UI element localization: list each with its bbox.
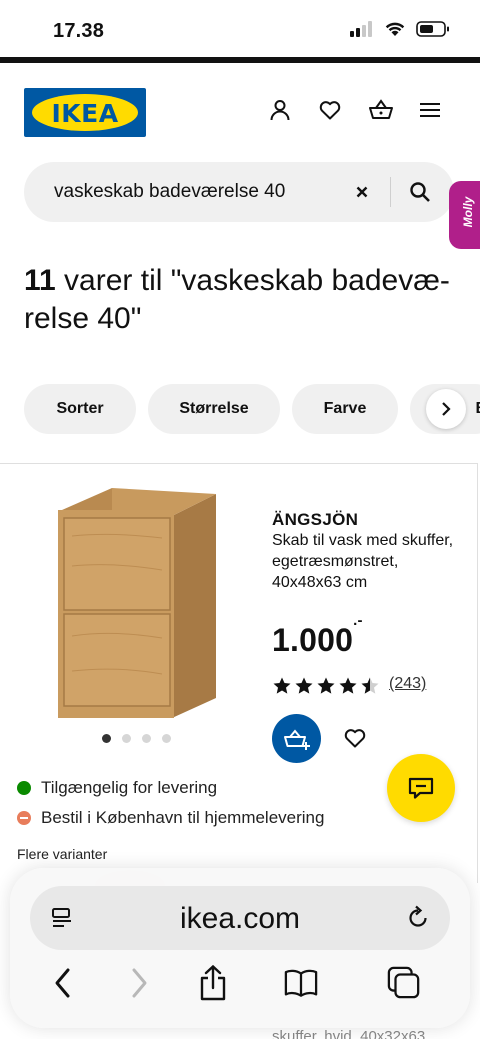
carousel-dot[interactable] bbox=[142, 734, 151, 743]
half-star-icon bbox=[361, 677, 379, 694]
add-to-cart-button[interactable] bbox=[272, 714, 321, 763]
user-icon[interactable] bbox=[268, 98, 292, 122]
tabs-icon bbox=[387, 966, 420, 999]
share-icon bbox=[200, 965, 226, 1001]
header-divider bbox=[0, 57, 480, 63]
results-title: 11 varer til "vaskeskab badevæ-relse 40" bbox=[24, 262, 454, 338]
store-availability: Bestil i København til hjemmelevering bbox=[17, 808, 324, 828]
results-title-text: varer til "vaskeskab badevæ-relse 40" bbox=[24, 264, 450, 335]
available-dot-icon bbox=[17, 781, 31, 795]
chip-color[interactable]: Farve bbox=[292, 384, 398, 434]
basket-icon[interactable] bbox=[368, 98, 393, 122]
browser-toolbar: ikea.com bbox=[10, 868, 470, 1028]
product-description: Skab til vask med skuffer, egetræsmønstr… bbox=[272, 532, 454, 591]
search-bar[interactable]: vaskeskab badeværelse 40 bbox=[24, 162, 454, 222]
product-name[interactable]: ÄNGSJÖN bbox=[272, 510, 358, 530]
search-divider bbox=[390, 177, 391, 207]
url-text[interactable]: ikea.com bbox=[30, 902, 450, 936]
add-to-basket-icon bbox=[283, 728, 310, 750]
chip-size[interactable]: Størrelse bbox=[148, 384, 280, 434]
chips-scroll-right-button[interactable] bbox=[426, 389, 466, 429]
next-product-peek-text: skuffer, hvid, 40x32x63 bbox=[272, 1028, 426, 1039]
star-icon bbox=[317, 677, 335, 694]
image-carousel-dots bbox=[102, 734, 171, 743]
search-icon[interactable] bbox=[408, 180, 432, 204]
star-icon bbox=[339, 677, 357, 694]
delivery-availability: Tilgængelig for levering bbox=[17, 778, 217, 798]
price-value: 1.000 bbox=[272, 622, 354, 658]
review-count-link[interactable]: (243) bbox=[389, 675, 426, 693]
results-count: 11 bbox=[24, 264, 56, 297]
product-price: 1.000.- bbox=[272, 612, 363, 659]
chat-button[interactable] bbox=[387, 754, 455, 822]
favorite-heart-icon[interactable] bbox=[343, 726, 367, 750]
product-image[interactable] bbox=[52, 486, 222, 721]
filter-chips: Sorter Størrelse Farve Be bbox=[24, 384, 480, 434]
wifi-icon bbox=[385, 22, 405, 36]
tabs-button[interactable] bbox=[387, 964, 421, 1002]
carousel-dot[interactable] bbox=[102, 734, 111, 743]
carousel-dot[interactable] bbox=[162, 734, 171, 743]
share-button[interactable] bbox=[196, 964, 230, 1002]
bookmarks-button[interactable] bbox=[284, 964, 318, 1002]
molly-label: Molly bbox=[461, 196, 475, 228]
signal-icon bbox=[350, 21, 372, 37]
chip-sort[interactable]: Sorter bbox=[24, 384, 136, 434]
rating-stars bbox=[272, 676, 380, 696]
forward-button[interactable] bbox=[122, 964, 156, 1002]
carousel-dot[interactable] bbox=[122, 734, 131, 743]
chevron-right-icon bbox=[442, 402, 451, 416]
more-variants-label[interactable]: Flere varianter bbox=[17, 846, 107, 862]
price-suffix: .- bbox=[353, 612, 363, 630]
star-icon bbox=[273, 677, 291, 694]
clear-search-icon[interactable] bbox=[350, 180, 374, 204]
battery-icon bbox=[416, 21, 449, 37]
chevron-right-icon bbox=[132, 968, 147, 998]
order-dot-icon bbox=[17, 811, 31, 825]
book-icon bbox=[284, 969, 318, 997]
back-button[interactable] bbox=[46, 964, 80, 1002]
delivery-availability-text: Tilgængelig for levering bbox=[41, 778, 218, 797]
address-bar[interactable]: ikea.com bbox=[30, 886, 450, 950]
logo-text: IKEA bbox=[51, 99, 119, 128]
heart-icon[interactable] bbox=[318, 98, 342, 122]
search-input[interactable]: vaskeskab badeværelse 40 bbox=[54, 181, 285, 203]
chat-icon bbox=[408, 777, 434, 799]
chevron-left-icon bbox=[55, 968, 70, 998]
store-availability-text: Bestil i København til hjemmelevering bbox=[41, 808, 325, 827]
star-icon bbox=[295, 677, 313, 694]
reload-icon[interactable] bbox=[405, 905, 431, 931]
menu-icon[interactable] bbox=[418, 98, 442, 122]
status-bar: 17.38 bbox=[0, 0, 480, 58]
molly-assistant-tab[interactable]: Molly bbox=[449, 181, 480, 249]
status-time: 17.38 bbox=[53, 20, 105, 42]
ikea-logo[interactable]: IKEA bbox=[24, 88, 146, 137]
